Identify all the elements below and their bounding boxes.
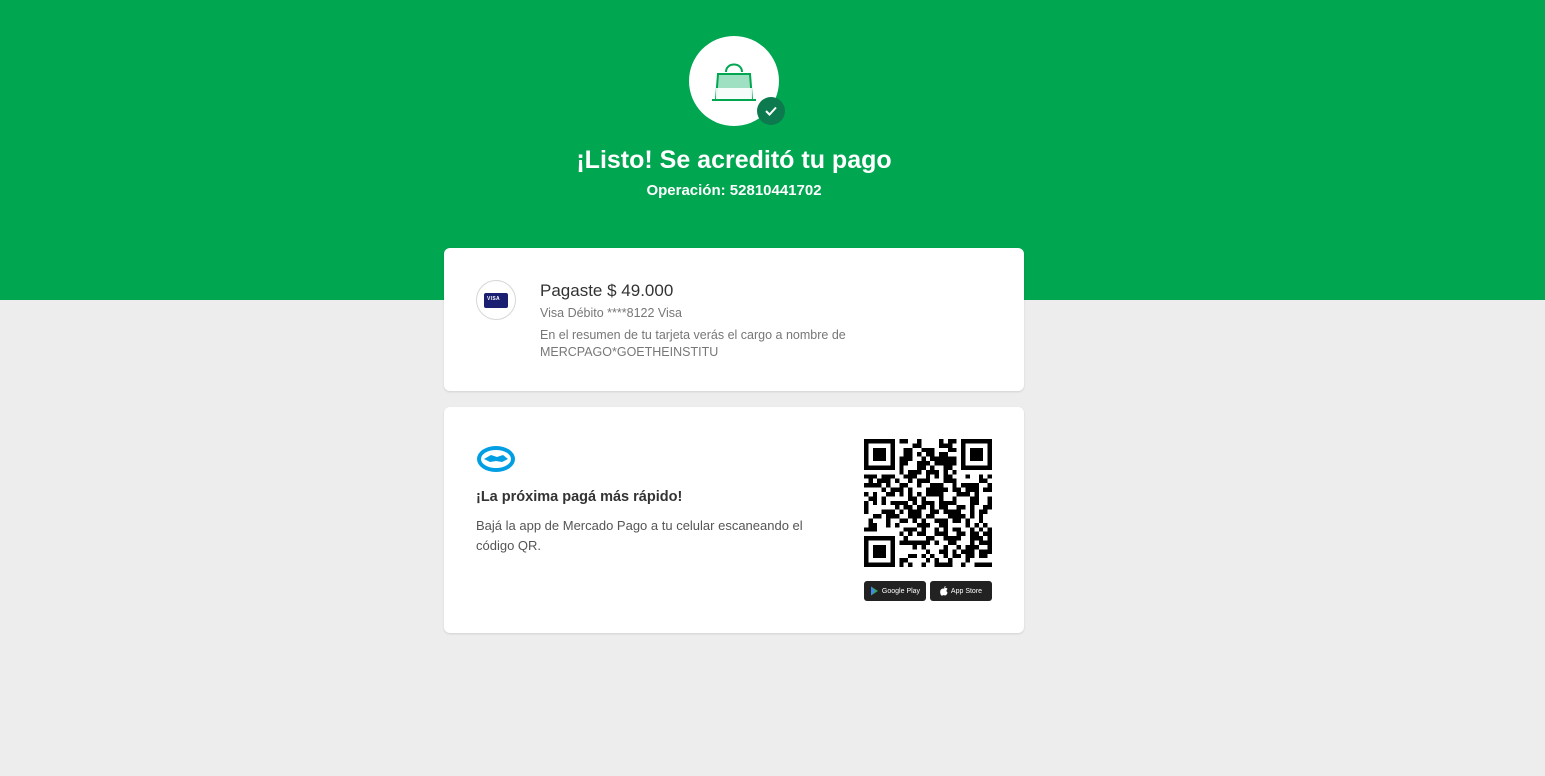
app-store-label: App Store <box>950 587 983 595</box>
card-icon: VISA <box>476 280 516 320</box>
qr-code <box>864 439 992 567</box>
statement-note: En el resumen de tu tarjeta verás el car… <box>540 328 846 359</box>
app-promo-title: ¡La próxima pagá más rápido! <box>476 489 683 505</box>
shopping-bag-icon <box>712 63 756 101</box>
card-icon-text: VISA <box>487 295 500 302</box>
apple-icon <box>940 586 948 596</box>
app-store-button[interactable]: App Store <box>930 581 992 601</box>
payment-card-details: Visa Débito ****8122 Visa <box>540 306 682 320</box>
visa-card-icon: VISA <box>484 292 508 308</box>
payment-summary-card: VISA Pagaste $ 49.000 Visa Débito ****81… <box>444 248 1024 391</box>
check-icon <box>757 97 785 125</box>
payment-amount: Pagaste $ 49.000 <box>540 281 674 300</box>
operation-number: Operación: 52810441702 <box>646 182 822 199</box>
app-promo-card: ¡La próxima pagá más rápido! Bajá la app… <box>444 407 1024 633</box>
mercado-pago-logo-icon <box>477 446 515 472</box>
google-play-button[interactable]: Google Play <box>864 581 926 601</box>
app-promo-text: Bajá la app de Mercado Pago a tu celular… <box>476 518 803 553</box>
page-title: ¡Listo! Se acreditó tu pago <box>576 146 892 174</box>
google-play-label: Google Play <box>881 587 921 595</box>
google-play-icon <box>870 586 878 596</box>
